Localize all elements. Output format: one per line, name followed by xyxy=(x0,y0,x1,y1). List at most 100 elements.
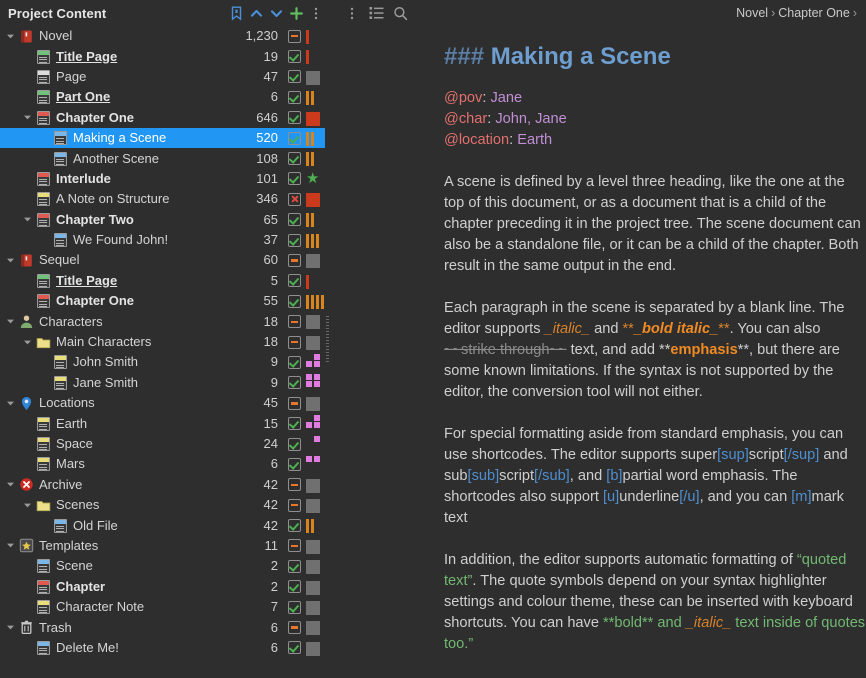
tree-row[interactable]: Chapter Two 65 xyxy=(0,210,330,230)
status-ok-icon[interactable] xyxy=(287,152,301,166)
tree-row[interactable]: Jane Smith 9 xyxy=(0,373,330,393)
status-ok-icon[interactable] xyxy=(287,233,301,247)
more-vertical-icon[interactable] xyxy=(340,2,364,24)
tree-row[interactable]: Main Characters 18 xyxy=(0,332,330,352)
tree-row[interactable]: Interlude 101 ★ xyxy=(0,169,330,189)
chevron-up-icon[interactable] xyxy=(246,2,266,24)
chevron-down-icon[interactable] xyxy=(4,623,17,632)
tree-item-status[interactable] xyxy=(284,253,304,267)
status-ok-icon[interactable] xyxy=(287,417,301,431)
tree-row[interactable]: Chapter One 646 xyxy=(0,108,330,128)
chevron-down-icon[interactable] xyxy=(4,32,17,41)
splitter-grip[interactable] xyxy=(326,316,329,362)
status-ok-icon[interactable] xyxy=(287,172,301,186)
tree-row[interactable]: Earth 15 xyxy=(0,413,330,433)
status-ok-icon[interactable] xyxy=(287,131,301,145)
tree-item-status[interactable] xyxy=(284,131,304,145)
tree-row[interactable]: Characters 18 xyxy=(0,311,330,331)
status-ok-icon[interactable] xyxy=(287,294,301,308)
chevron-down-icon[interactable] xyxy=(21,113,34,122)
panel-splitter[interactable] xyxy=(325,0,330,678)
tree-row[interactable]: Locations 45 xyxy=(0,393,330,413)
more-vertical-icon[interactable] xyxy=(306,2,326,24)
tree-item-status[interactable] xyxy=(284,50,304,64)
status-ok-icon[interactable] xyxy=(287,641,301,655)
tree-item-status[interactable] xyxy=(284,70,304,84)
tree-row[interactable]: Character Note 7 xyxy=(0,597,330,617)
tree-item-status[interactable] xyxy=(284,213,304,227)
status-ok-icon[interactable] xyxy=(287,457,301,471)
tree-row[interactable]: Chapter 2 xyxy=(0,577,330,597)
tree-item-status[interactable] xyxy=(284,274,304,288)
status-ok-icon[interactable] xyxy=(287,600,301,614)
status-minus-icon[interactable] xyxy=(287,498,301,512)
status-ok-icon[interactable] xyxy=(287,90,301,104)
status-minus-icon[interactable] xyxy=(287,29,301,43)
tree-row[interactable]: Scene 2 xyxy=(0,556,330,576)
status-minus-icon[interactable] xyxy=(287,315,301,329)
status-minus-icon[interactable] xyxy=(287,539,301,553)
status-ok-icon[interactable] xyxy=(287,50,301,64)
tree-item-status[interactable] xyxy=(284,90,304,104)
bookmark-icon[interactable] xyxy=(226,2,246,24)
chevron-down-icon[interactable] xyxy=(4,541,17,550)
tree-row[interactable]: Page 47 xyxy=(0,67,330,87)
chevron-down-icon[interactable] xyxy=(21,501,34,510)
tree-item-status[interactable] xyxy=(284,478,304,492)
tree-row[interactable]: Templates 11 xyxy=(0,536,330,556)
status-minus-icon[interactable] xyxy=(287,621,301,635)
tree-item-status[interactable] xyxy=(284,335,304,349)
tree-row[interactable]: Trash 6 xyxy=(0,617,330,637)
tree-item-status[interactable] xyxy=(284,437,304,451)
breadcrumb-item[interactable]: Novel xyxy=(736,6,768,20)
tree-item-status[interactable] xyxy=(284,294,304,308)
tree-row[interactable]: Delete Me! 6 xyxy=(0,638,330,658)
status-minus-icon[interactable] xyxy=(287,335,301,349)
tree-item-status[interactable] xyxy=(284,152,304,166)
tree-row[interactable]: John Smith 9 xyxy=(0,352,330,372)
tree-item-status[interactable] xyxy=(284,396,304,410)
tree-item-status[interactable] xyxy=(284,172,304,186)
status-ok-icon[interactable] xyxy=(287,437,301,451)
tree-row[interactable]: Title Page 5 xyxy=(0,271,330,291)
tree-item-status[interactable] xyxy=(284,417,304,431)
chevron-down-icon[interactable] xyxy=(4,399,17,408)
chevron-down-icon[interactable] xyxy=(21,338,34,347)
tree-row[interactable]: Chapter One 55 xyxy=(0,291,330,311)
tree-row[interactable]: Archive 42 xyxy=(0,475,330,495)
breadcrumb-item[interactable]: Chapter One xyxy=(778,6,850,20)
tree-item-status[interactable] xyxy=(284,580,304,594)
tree-row[interactable]: Novel 1,230 xyxy=(0,26,330,46)
project-tree-scroll-area[interactable]: Novel 1,230 Title Page 19 Page 47 Part One 6 Cha… xyxy=(0,26,330,678)
tree-item-status[interactable] xyxy=(284,111,304,125)
status-ok-icon[interactable] xyxy=(287,70,301,84)
tree-item-status[interactable] xyxy=(284,315,304,329)
tree-item-status[interactable] xyxy=(284,621,304,635)
plus-icon[interactable] xyxy=(286,2,306,24)
tree-item-status[interactable] xyxy=(284,519,304,533)
chevron-down-icon[interactable] xyxy=(4,480,17,489)
tree-item-status[interactable] xyxy=(284,600,304,614)
tree-row[interactable]: Part One 6 xyxy=(0,87,330,107)
tree-row[interactable]: A Note on Structure 346 xyxy=(0,189,330,209)
tree-item-status[interactable] xyxy=(284,233,304,247)
tree-row[interactable]: Title Page 19 xyxy=(0,46,330,66)
tree-item-status[interactable] xyxy=(284,376,304,390)
outline-list-icon[interactable] xyxy=(364,2,388,24)
tree-row[interactable]: Old File 42 xyxy=(0,515,330,535)
search-icon[interactable] xyxy=(388,2,412,24)
tree-item-status[interactable] xyxy=(284,559,304,573)
tree-item-status[interactable] xyxy=(284,498,304,512)
status-minus-icon[interactable] xyxy=(287,396,301,410)
status-x-icon[interactable] xyxy=(287,192,301,206)
status-ok-icon[interactable] xyxy=(287,213,301,227)
breadcrumb[interactable]: Novel › Chapter One › xyxy=(412,6,860,20)
status-ok-icon[interactable] xyxy=(287,376,301,390)
tree-row[interactable]: Mars 6 xyxy=(0,454,330,474)
tree-item-status[interactable] xyxy=(284,457,304,471)
tree-row[interactable]: Sequel 60 xyxy=(0,250,330,270)
tree-item-status[interactable] xyxy=(284,539,304,553)
status-minus-icon[interactable] xyxy=(287,253,301,267)
tree-item-status[interactable] xyxy=(284,641,304,655)
chevron-down-icon[interactable] xyxy=(266,2,286,24)
